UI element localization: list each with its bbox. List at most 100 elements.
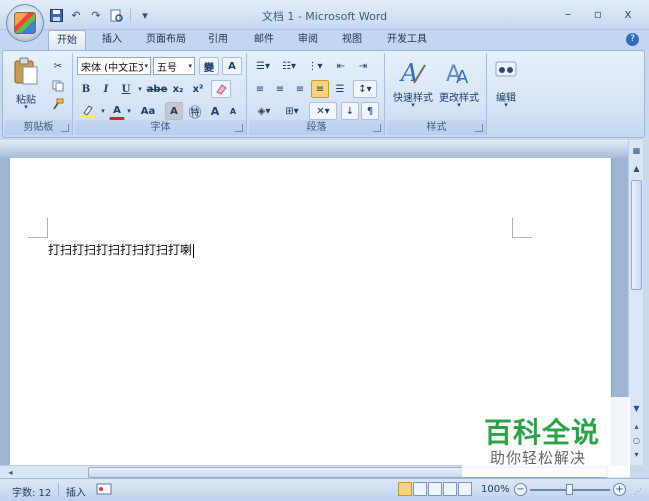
change-styles-button[interactable]: A A 更改样式 ▾: [437, 55, 481, 115]
bullets-icon[interactable]: ☰▾: [251, 57, 275, 75]
paragraph-launcher-icon[interactable]: [373, 124, 381, 132]
distributed-icon[interactable]: ☰: [331, 80, 349, 98]
document-text: 打扫打扫打扫打扫打扫打喇: [48, 243, 193, 257]
tab-references[interactable]: 引用: [200, 30, 236, 50]
show-marks-icon[interactable]: ¶: [361, 102, 379, 120]
italic-button[interactable]: I: [97, 80, 115, 98]
chevron-down-icon[interactable]: ▾: [125, 102, 133, 120]
font-name-value: 宋体 (中文正文: [81, 62, 143, 74]
bold-button[interactable]: B: [77, 80, 95, 98]
align-left-icon[interactable]: ≡: [251, 80, 269, 98]
previous-page-icon[interactable]: ▴: [630, 420, 643, 433]
subscript-button[interactable]: x₂: [169, 80, 187, 98]
strikethrough-button[interactable]: abe: [147, 80, 168, 98]
change-case-button[interactable]: Aa: [135, 102, 161, 120]
borders-icon[interactable]: ⊞▾: [279, 102, 305, 120]
grow-font-button[interactable]: A: [207, 102, 223, 120]
chinese-layout-icon[interactable]: ✕▾: [309, 102, 337, 120]
char-border-icon[interactable]: A: [222, 57, 242, 75]
help-icon[interactable]: ?: [626, 33, 639, 46]
styles-launcher-icon[interactable]: [475, 124, 483, 132]
watermark-subtitle: 助你轻松解决: [490, 449, 587, 467]
underline-button[interactable]: U: [117, 80, 135, 98]
zoom-in-icon[interactable]: +: [613, 483, 626, 496]
title-bar: ↶ ↷ ▾ 文档 1 - Microsoft Word – ▫ x: [0, 0, 649, 30]
macro-record-icon[interactable]: [96, 482, 112, 499]
chevron-down-icon[interactable]: ▾: [99, 102, 107, 120]
styles-group: A 快速样式 ▾ A A 更改样式 ▾ 样式: [387, 53, 487, 135]
multilevel-list-icon[interactable]: ⋮▾: [303, 57, 327, 75]
office-logo-icon: [14, 12, 36, 34]
ribbon-tabs: 开始 插入 页面布局 引用 邮件 审阅 视图 开发工具 ?: [0, 30, 649, 50]
align-center-icon[interactable]: ≡: [271, 80, 289, 98]
font-launcher-icon[interactable]: [235, 124, 243, 132]
status-bar: 字数: 12 插入 100% − + ⋰: [0, 478, 649, 501]
font-color-button[interactable]: A: [109, 102, 125, 120]
tab-developer[interactable]: 开发工具: [380, 30, 434, 50]
paragraph-group: ☰▾ ☷▾ ⋮▾ ⇤ ⇥ ≡ ≡ ≡ ≡ ☰ ↕▾ ◈▾ ⊞▾ ✕▾ ↓ ¶ 段…: [249, 53, 385, 135]
draft-view-icon[interactable]: [458, 482, 472, 496]
office-button[interactable]: [6, 4, 44, 42]
margin-corner-top-right: [512, 218, 532, 238]
zoom-level[interactable]: 100%: [481, 484, 510, 495]
web-layout-view-icon[interactable]: [428, 482, 442, 496]
underline-dropdown-icon[interactable]: ▾: [135, 80, 145, 98]
enclose-chars-button[interactable]: ㊕: [185, 102, 205, 121]
tab-home[interactable]: 开始: [48, 30, 86, 50]
maximize-button[interactable]: ▫: [583, 4, 613, 24]
print-layout-view-icon[interactable]: [398, 482, 412, 496]
word-count[interactable]: 字数: 12: [12, 484, 51, 499]
cut-icon[interactable]: ✂: [49, 57, 67, 75]
superscript-button[interactable]: x²: [189, 80, 207, 98]
tab-view[interactable]: 视图: [334, 30, 370, 50]
document-body[interactable]: 打扫打扫打扫打扫打扫打喇: [48, 241, 195, 258]
tab-insert[interactable]: 插入: [94, 30, 130, 50]
justify-icon[interactable]: ≡: [311, 80, 329, 98]
tab-page-layout[interactable]: 页面布局: [138, 30, 194, 50]
line-spacing-icon[interactable]: ↕▾: [353, 80, 377, 98]
scroll-down-icon[interactable]: ▼: [630, 402, 643, 415]
ruler-toggle-icon[interactable]: ▦: [630, 144, 643, 157]
outline-view-icon[interactable]: [443, 482, 457, 496]
decrease-indent-icon[interactable]: ⇤: [331, 57, 351, 75]
svg-text:A: A: [399, 59, 418, 87]
clipboard-group: 粘贴 ▾ ✂ 剪贴板: [5, 53, 73, 135]
phonetic-guide-icon[interactable]: 變: [199, 57, 219, 75]
change-styles-icon: A A: [446, 62, 469, 87]
quick-styles-button[interactable]: A 快速样式 ▾: [391, 55, 435, 115]
clipboard-launcher-icon[interactable]: [61, 124, 69, 132]
align-right-icon[interactable]: ≡: [291, 80, 309, 98]
tab-review[interactable]: 审阅: [290, 30, 326, 50]
zoom-out-icon[interactable]: −: [514, 483, 527, 496]
numbering-icon[interactable]: ☷▾: [277, 57, 301, 75]
sort-icon[interactable]: ↓: [341, 102, 359, 120]
shrink-font-button[interactable]: A: [225, 102, 241, 120]
scroll-up-icon[interactable]: ▲: [630, 162, 643, 175]
highlight-color-button[interactable]: [77, 102, 99, 120]
full-screen-reading-view-icon[interactable]: [413, 482, 427, 496]
shading-icon[interactable]: ◈▾: [251, 102, 277, 120]
minimize-button[interactable]: –: [553, 4, 583, 24]
window-controls: – ▫ x: [553, 4, 643, 24]
format-painter-icon[interactable]: [49, 95, 67, 113]
font-name-combo[interactable]: 宋体 (中文正文 ▾: [77, 57, 151, 75]
vertical-scrollbar[interactable]: ▦ ▲ ▼ ▴ ○ ▾: [628, 140, 643, 465]
editing-button[interactable]: 编辑 ▾: [489, 55, 523, 115]
char-shading-button[interactable]: A: [165, 102, 183, 120]
status-separator: [58, 483, 59, 497]
font-size-combo[interactable]: 五号 ▾: [153, 57, 195, 75]
zoom-slider-thumb[interactable]: [566, 484, 573, 495]
ribbon: 粘贴 ▾ ✂ 剪贴板 宋体 (中文正文 ▾ 五号 ▾ 變 A B I U ▾ a…: [2, 50, 645, 138]
insert-mode[interactable]: 插入: [66, 484, 86, 499]
browse-object-icon[interactable]: ○: [630, 434, 643, 447]
copy-icon[interactable]: [49, 77, 67, 95]
vertical-scroll-thumb[interactable]: [631, 180, 642, 290]
clear-formatting-icon[interactable]: [211, 80, 231, 98]
close-button[interactable]: x: [613, 4, 643, 24]
tab-mailings[interactable]: 邮件: [246, 30, 282, 50]
resize-grip-icon[interactable]: ⋰: [634, 487, 642, 496]
paste-button[interactable]: 粘贴 ▾: [11, 55, 41, 113]
next-page-icon[interactable]: ▾: [630, 448, 643, 461]
font-group-label: 字体: [75, 120, 246, 135]
increase-indent-icon[interactable]: ⇥: [353, 57, 373, 75]
